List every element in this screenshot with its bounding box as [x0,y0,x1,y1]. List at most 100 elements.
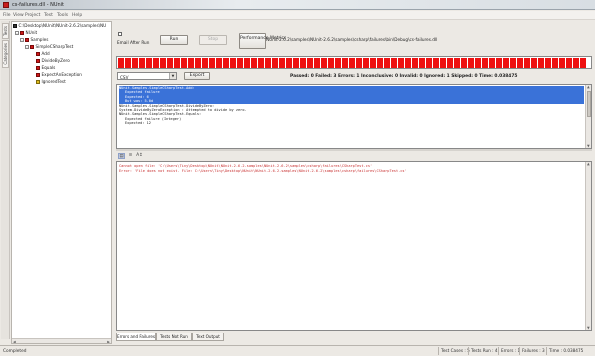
tree-item-ignoredtest[interactable]: IgnoredTest [36,79,66,85]
collapse-icon[interactable]: - [25,45,29,49]
fail-status-icon [36,66,40,70]
progress-segment [398,58,404,68]
side-tab-categories-label: Categories [3,43,8,65]
performance-metrics-button[interactable]: Performance Metrics [239,33,286,49]
tree-item-label: Add [41,51,50,56]
side-tab-tests[interactable]: Tests [2,23,9,39]
progress-segment [153,58,159,68]
status-test-cases: Test Cases : 5 [438,347,470,355]
progress-segment [307,58,313,68]
tree-item-label: Samples [30,37,49,42]
menu-view[interactable]: View [13,13,24,18]
output-toolbar: ▤ ≡ A↕ [116,151,592,161]
progress-segment [244,58,250,68]
progress-segment [167,58,173,68]
test-progress-bar [116,56,592,69]
scroll-down-icon[interactable]: ▼ [587,144,590,148]
tree-item-label: DivideByZero [41,58,70,63]
progress-segment [377,58,383,68]
tree-item-root[interactable]: C:\Desktop\NUnit\NUnit-2.6.2\samples\NU [13,23,106,29]
status-tests-run: Tests Run : 4 [468,347,498,355]
tree-item-label: ExpectAnException [41,72,82,77]
progress-segment [181,58,187,68]
scroll-up-icon[interactable]: ▲ [587,85,590,89]
menu-tools[interactable]: Tools [57,13,68,18]
progress-segment [454,58,460,68]
tab-text-output[interactable]: Text Output [192,333,224,341]
progress-segment [314,58,320,68]
progress-segment [286,58,292,68]
progress-segment [118,58,124,68]
tree-item-label: IgnoredTest [41,79,66,84]
side-tab-categories[interactable]: Categories [2,40,9,68]
export-format-value: CSV [120,74,129,80]
email-after-run-checkbox[interactable] [118,32,122,36]
assembly-icon [13,24,17,28]
collapse-icon[interactable]: - [15,31,19,35]
export-button[interactable]: Export [184,72,210,80]
scroll-down-icon[interactable]: ▼ [587,326,590,330]
export-format-select[interactable]: CSV ▼ [117,72,177,80]
progress-segment [188,58,194,68]
progress-segment [440,58,446,68]
title-bar: cs-failures.dll - NUnit [0,0,595,10]
tab-tests-not-run[interactable]: Tests Not Run [156,333,192,341]
progress-segment [384,58,390,68]
font-size-icon[interactable]: A↕ [136,153,143,159]
menu-test[interactable]: Test [44,13,53,18]
result-row[interactable]: Expected: 12 [119,121,584,125]
progress-segment [349,58,355,68]
tree-item-label: Equals [41,65,56,70]
status-errors: Errors : 1 [498,347,520,355]
progress-segment [370,58,376,68]
progress-segment [503,58,509,68]
tree-item-dividebyzero[interactable]: DivideByZero [36,58,70,64]
tree-item-nunit[interactable]: - NUnit [15,30,37,36]
tree-item-simplecsharptest[interactable]: - SimpleCSharpTest [25,44,73,50]
menu-help[interactable]: Help [72,13,82,18]
status-text: Completed [3,349,27,354]
progress-segment [510,58,516,68]
collapse-icon[interactable]: - [20,38,24,42]
menu-file[interactable]: File [3,13,11,18]
progress-segment [412,58,418,68]
progress-segment [482,58,488,68]
assembly-path: NUnit-2.6.2\samples\NUnit-2.6.2\samples\… [266,37,438,42]
progress-segment [573,58,579,68]
progress-segment [405,58,411,68]
progress-segment [552,58,558,68]
progress-segment [461,58,467,68]
progress-segment [468,58,474,68]
tree-item-expectanexception[interactable]: ExpectAnException [36,72,82,78]
fail-status-icon [36,52,40,56]
scroll-left-icon[interactable]: ◀ [13,340,16,344]
side-tab-strip: Tests Categories [1,21,10,339]
results-list[interactable]: NUnit.Samples.SimpleCSharpTest.Add: Expe… [116,84,592,149]
fail-status-icon [20,31,24,35]
scroll-right-icon[interactable]: ▶ [107,340,110,344]
stop-button[interactable]: Stop [199,35,227,45]
tab-errors-and-failures[interactable]: Errors and Failures [116,333,156,341]
progress-segment [517,58,523,68]
progress-segment [230,58,236,68]
tree-horizontal-scrollbar[interactable]: ◀ ▶ [12,338,111,343]
tree-item-add[interactable]: Add [36,51,50,57]
tree-item-samples[interactable]: - Samples [20,37,48,43]
results-vertical-scrollbar[interactable]: ▲ ▼ [585,85,591,148]
wrap-text-icon[interactable]: ≡ [127,153,134,159]
tree-item-equals[interactable]: Equals [36,65,55,71]
result-tabs: Errors and Failures Tests Not Run Text O… [116,333,592,342]
menu-project[interactable]: Project [25,13,40,18]
output-vertical-scrollbar[interactable]: ▲ ▼ [585,162,591,330]
scroll-thumb[interactable] [586,91,591,117]
fail-status-icon [36,59,40,63]
source-output[interactable]: Cannot open file: 'C:\Users\Tiny\Desktop… [116,161,592,331]
copy-icon[interactable]: ▤ [118,153,125,159]
progress-segment [251,58,257,68]
chevron-down-icon[interactable]: ▼ [169,73,176,79]
scroll-up-icon[interactable]: ▲ [587,162,590,166]
progress-segment [279,58,285,68]
progress-segment [209,58,215,68]
run-button[interactable]: Run [160,35,188,45]
progress-segment [272,58,278,68]
